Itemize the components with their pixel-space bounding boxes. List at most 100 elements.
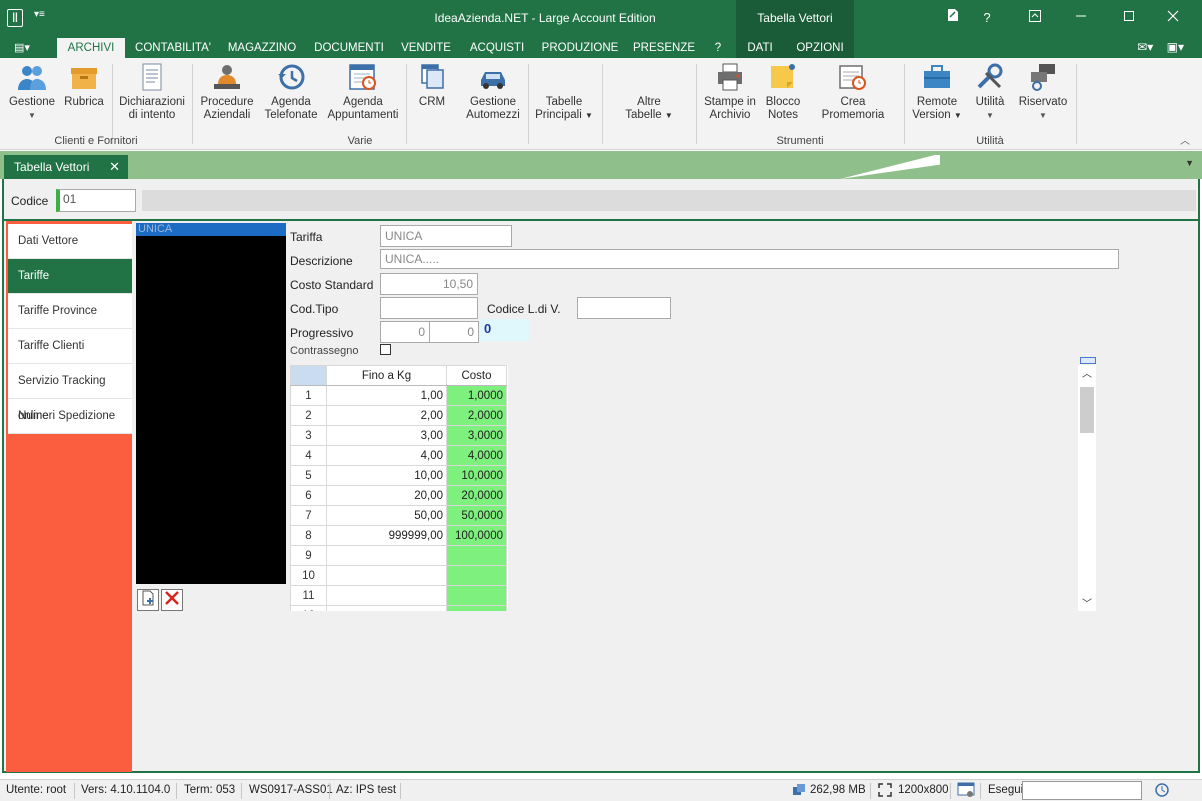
blocco-notes-button[interactable]: Blocco Notes: [760, 62, 806, 122]
tabs-dropdown-icon[interactable]: ▼: [1185, 158, 1194, 168]
table-row[interactable]: 5 10,00 10,0000: [290, 465, 507, 486]
scroll-up-icon[interactable]: ︿: [1078, 365, 1096, 380]
row-number[interactable]: 11: [290, 585, 327, 606]
cell-costo[interactable]: 10,0000: [446, 465, 507, 486]
help-button[interactable]: ?: [972, 8, 1002, 28]
costo-standard-input[interactable]: 10,50: [380, 273, 478, 295]
stampe-archivio-button[interactable]: Stampe in Archivio: [700, 62, 760, 122]
cell-fino-kg[interactable]: [326, 545, 447, 566]
nav-item-numeri-spedizione[interactable]: Numeri Spedizione: [8, 399, 132, 434]
cell-costo[interactable]: 20,0000: [446, 485, 507, 506]
vertical-scrollbar[interactable]: ︿ ﹀: [1078, 357, 1096, 611]
tariffe-list[interactable]: UNICA: [136, 223, 286, 584]
cell-costo[interactable]: [446, 545, 507, 566]
mail-icon[interactable]: ✉▾ ▣▾: [1137, 40, 1184, 54]
list-item[interactable]: UNICA: [136, 223, 286, 236]
table-row[interactable]: 3 3,00 3,0000: [290, 425, 507, 446]
row-number[interactable]: 3: [290, 425, 327, 446]
minimize-icon[interactable]: [1066, 8, 1096, 28]
tab-archivi[interactable]: ARCHIVI: [57, 38, 125, 58]
collapse-ribbon-icon[interactable]: ︿: [1180, 132, 1190, 147]
cell-costo[interactable]: [446, 605, 507, 611]
row-number[interactable]: 10: [290, 565, 327, 586]
file-menu-icon[interactable]: ▤▾: [14, 41, 40, 55]
cell-costo[interactable]: [446, 565, 507, 586]
scroll-thumb[interactable]: [1080, 387, 1094, 433]
table-row[interactable]: 9: [290, 545, 507, 566]
table-row[interactable]: 7 50,00 50,0000: [290, 505, 507, 526]
crm-button[interactable]: CRM: [410, 62, 454, 109]
row-number[interactable]: 2: [290, 405, 327, 426]
row-number[interactable]: 4: [290, 445, 327, 466]
cell-costo[interactable]: 4,0000: [446, 445, 507, 466]
dichiarazioni-button[interactable]: Dichiarazioni di intento: [116, 62, 188, 122]
nav-item-tariffe-province[interactable]: Tariffe Province: [8, 294, 132, 329]
cell-costo[interactable]: 3,0000: [446, 425, 507, 446]
close-tab-icon[interactable]: ✕: [109, 155, 120, 179]
cell-fino-kg[interactable]: 4,00: [326, 445, 447, 466]
table-row[interactable]: 12: [290, 605, 507, 611]
nav-item-tariffe[interactable]: Tariffe: [8, 259, 132, 294]
agenda-telefonate-button[interactable]: Agenda Telefonate: [260, 62, 322, 122]
procedure-aziendali-button[interactable]: Procedure Aziendali: [196, 62, 258, 122]
maximize-icon[interactable]: [1114, 8, 1144, 28]
tab-magazzino[interactable]: MAGAZZINO: [224, 38, 300, 58]
cell-costo[interactable]: 1,0000: [446, 385, 507, 406]
cod-tipo-input[interactable]: [380, 297, 478, 319]
cell-fino-kg[interactable]: 20,00: [326, 485, 447, 506]
progressivo-a-input[interactable]: 0: [380, 321, 430, 343]
history-icon[interactable]: [1154, 782, 1170, 801]
row-number[interactable]: 8: [290, 525, 327, 546]
row-number[interactable]: 12: [290, 605, 327, 611]
table-row[interactable]: 4 4,00 4,0000: [290, 445, 507, 466]
scroll-top-button[interactable]: [1080, 357, 1096, 364]
tab-dati[interactable]: DATI: [738, 38, 782, 58]
cell-fino-kg[interactable]: 1,00: [326, 385, 447, 406]
tab-vendite[interactable]: VENDITE: [396, 38, 456, 58]
cell-fino-kg[interactable]: 10,00: [326, 465, 447, 486]
tab-help[interactable]: ?: [706, 38, 730, 58]
table-row[interactable]: 1 1,00 1,0000: [290, 385, 507, 406]
row-number[interactable]: 7: [290, 505, 327, 526]
cell-costo[interactable]: 50,0000: [446, 505, 507, 526]
codice-input[interactable]: 01: [56, 189, 136, 212]
rubrica-button[interactable]: Rubrica: [62, 62, 106, 109]
ribbon-display-icon[interactable]: [1020, 8, 1050, 28]
tab-produzione[interactable]: PRODUZIONE: [538, 38, 622, 58]
tab-opzioni[interactable]: OPZIONI: [788, 38, 852, 58]
cell-costo[interactable]: [446, 585, 507, 606]
doc-tab-tabella-vettori[interactable]: Tabella Vettori ✕: [4, 155, 128, 179]
altre-tabelle-button[interactable]: Altre Tabelle ▼: [616, 96, 682, 122]
grid-corner[interactable]: [290, 365, 327, 386]
table-row[interactable]: 8 999999,00 100,0000: [290, 525, 507, 546]
quick-access-dropdown-icon[interactable]: ▾≡: [34, 9, 45, 20]
tab-contabilita[interactable]: CONTABILITA': [131, 38, 215, 58]
row-number[interactable]: 9: [290, 545, 327, 566]
cell-fino-kg[interactable]: 3,00: [326, 425, 447, 446]
app-icon[interactable]: ||: [7, 9, 23, 27]
window-settings-icon[interactable]: [957, 782, 975, 801]
column-header-costo[interactable]: Costo: [446, 365, 507, 386]
add-record-button[interactable]: [137, 589, 159, 611]
row-number[interactable]: 6: [290, 485, 327, 506]
tab-acquisti[interactable]: ACQUISTI: [464, 38, 530, 58]
table-row[interactable]: 6 20,00 20,0000: [290, 485, 507, 506]
tab-presenze[interactable]: PRESENZE: [630, 38, 698, 58]
gestione-button[interactable]: Gestione ▼: [6, 62, 58, 122]
utilita-button[interactable]: Utilità ▼: [968, 62, 1012, 122]
nav-item-tariffe-clienti[interactable]: Tariffe Clienti: [8, 329, 132, 364]
gestione-automezzi-button[interactable]: Gestione Automezzi: [462, 62, 524, 122]
tariffe-grid[interactable]: Fino a Kg Costo 1 1,00 1,0000 2 2,00 2,0000 3 3…: [290, 365, 508, 611]
close-icon[interactable]: [1158, 8, 1188, 28]
cell-fino-kg[interactable]: [326, 605, 447, 611]
cell-fino-kg[interactable]: 50,00: [326, 505, 447, 526]
cell-fino-kg[interactable]: 999999,00: [326, 525, 447, 546]
document-icon[interactable]: [938, 8, 968, 28]
nav-item-dati-vettore[interactable]: Dati Vettore: [8, 224, 132, 259]
agenda-appuntamenti-button[interactable]: Agenda Appuntamenti: [326, 62, 400, 122]
cell-fino-kg[interactable]: [326, 585, 447, 606]
delete-record-button[interactable]: [161, 589, 183, 611]
table-row[interactable]: 2 2,00 2,0000: [290, 405, 507, 426]
column-header-fino-kg[interactable]: Fino a Kg: [326, 365, 447, 386]
codice-lv-input[interactable]: [577, 297, 671, 319]
